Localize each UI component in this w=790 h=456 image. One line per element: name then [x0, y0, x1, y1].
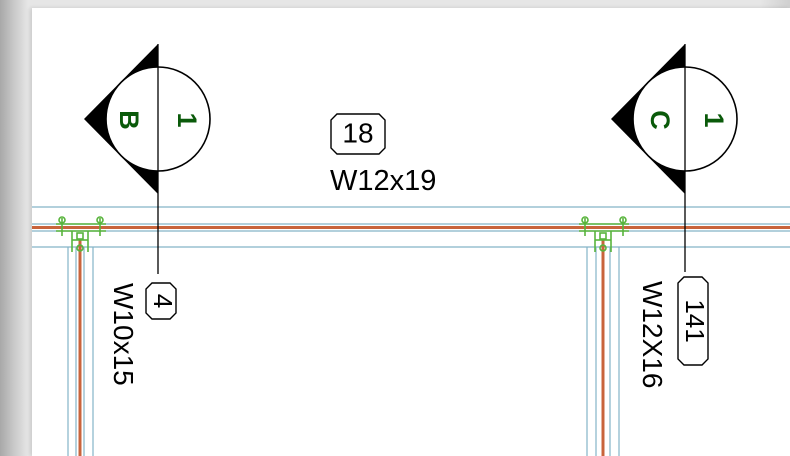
section-number: 1: [699, 112, 729, 127]
column-piece-mark: 141: [680, 299, 710, 342]
section-marker-b1[interactable]: B 1: [84, 44, 211, 274]
column-size: W12X16: [637, 281, 668, 388]
beam-size: W12x19: [330, 165, 436, 197]
beam-label[interactable]: 18 W12x19: [330, 113, 436, 197]
section-number: 1: [172, 112, 202, 127]
section-marker-c1[interactable]: C 1: [611, 44, 738, 272]
column-label-right[interactable]: 141 W12X16: [637, 276, 710, 388]
column-piece-mark: 4: [148, 294, 178, 308]
drawing-viewport[interactable]: B 1 C 1 18 W12x19 4 W10x15 141 W12X16: [0, 0, 790, 456]
column-w12x16[interactable]: [586, 240, 620, 456]
column-label-left[interactable]: 4 W10x15: [108, 282, 178, 386]
beam-w12x19[interactable]: [32, 206, 790, 248]
beam-piece-mark: 18: [342, 117, 373, 148]
column-w10x15[interactable]: [67, 240, 94, 456]
section-letter: B: [114, 110, 144, 130]
section-letter: C: [645, 110, 675, 130]
framing-plan: B 1 C 1 18 W12x19 4 W10x15 141 W12X16: [32, 44, 790, 456]
column-size: W10x15: [108, 283, 139, 386]
